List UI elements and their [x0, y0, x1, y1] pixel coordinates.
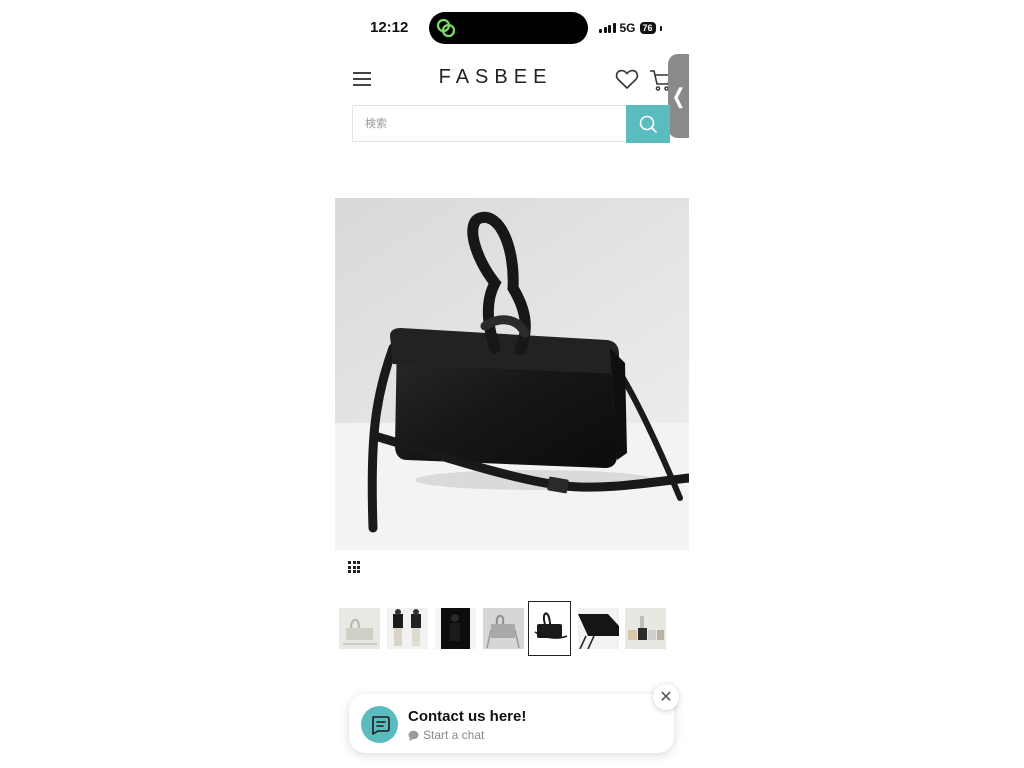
phone-screen: 12:12 5G 76 FASBEE ❬ 検索 Contact us here!… [335, 0, 689, 768]
speech-bubble-icon [408, 730, 419, 741]
site-logo[interactable]: FASBEE [433, 66, 558, 89]
handbag-illustration [335, 198, 689, 550]
status-time: 12:12 [370, 19, 409, 36]
menu-icon[interactable] [353, 71, 371, 86]
chat-icon [361, 706, 398, 743]
close-glyph: ✕ [659, 689, 673, 706]
dynamic-island [429, 12, 588, 44]
search-input[interactable] [353, 106, 626, 141]
product-main-image[interactable] [335, 198, 689, 550]
app-link-icon [436, 18, 456, 38]
signal-icon [599, 23, 616, 33]
chat-widget[interactable]: Contact us here! Start a chat [349, 694, 674, 753]
thumbnail-black-bag-detail[interactable] [578, 608, 619, 649]
thumbnail-silver-bag-strap[interactable] [483, 608, 524, 649]
search-button[interactable] [626, 105, 670, 143]
thumbnail-model[interactable] [387, 608, 428, 649]
thumbnail-model-dark[interactable] [435, 608, 476, 649]
chevron-left-icon: ❬ [670, 85, 687, 108]
grid-view-icon[interactable] [348, 561, 360, 573]
thumbnail-black-bag[interactable] [528, 601, 571, 656]
network-type: 5G [619, 21, 636, 35]
chat-subtitle: Start a chat [423, 728, 485, 742]
thumbnail-color-variants[interactable] [625, 608, 666, 649]
chat-title: Contact us here! [408, 708, 527, 725]
battery-icon: 76 [639, 22, 656, 34]
status-indicators: 5G 76 [599, 21, 662, 35]
thumbnail-silver-bag[interactable] [339, 608, 380, 649]
heart-icon[interactable] [615, 68, 639, 90]
search-box [352, 105, 626, 142]
search-icon [639, 115, 657, 133]
side-drawer-tab[interactable]: ❬ [668, 54, 689, 138]
chat-subtitle-row: Start a chat [408, 728, 484, 742]
battery-tip [659, 25, 662, 31]
screen: 12:12 5G 76 FASBEE ❬ 検索 Contact us here!… [0, 0, 1024, 768]
close-icon[interactable]: ✕ [653, 684, 679, 710]
